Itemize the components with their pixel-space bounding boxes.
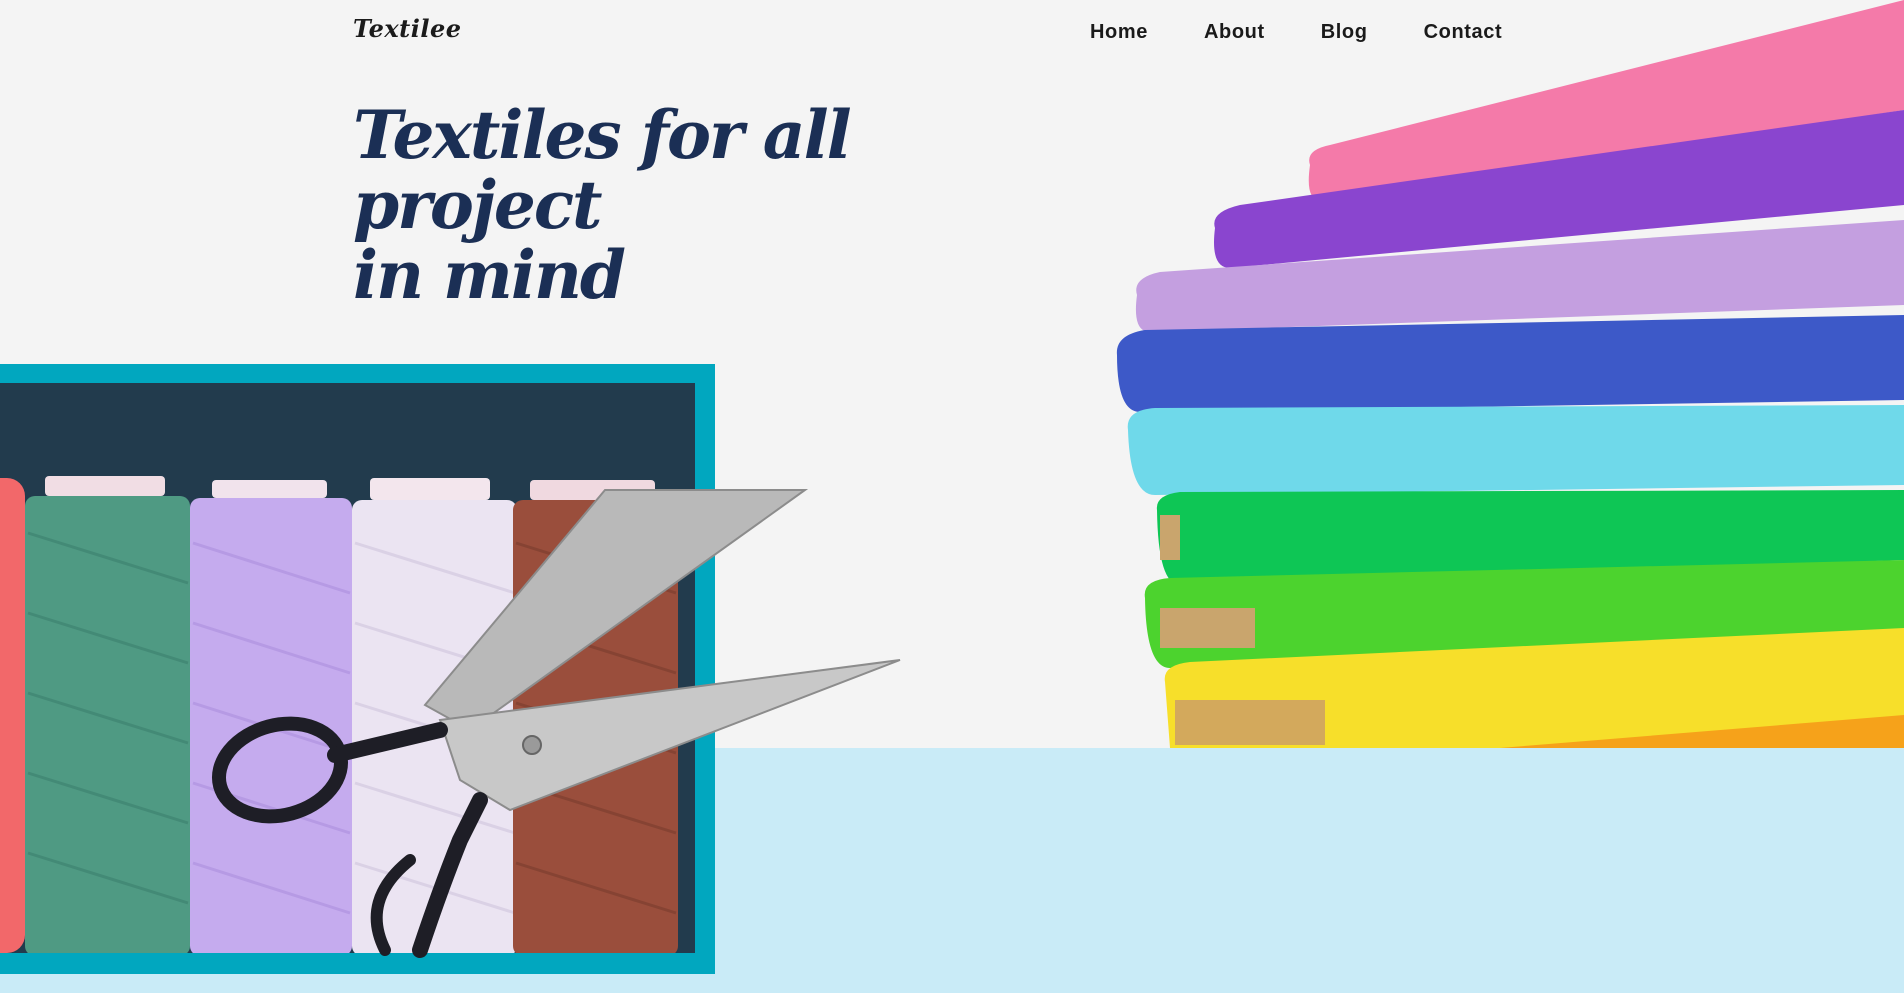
site-logo[interactable]: Textilee bbox=[353, 14, 462, 43]
scissors-image bbox=[211, 489, 901, 958]
hero-title-line2: in mind bbox=[353, 236, 626, 314]
hero-title-line1: Textiles for all project bbox=[353, 96, 852, 244]
fabric-stack-image bbox=[1100, 0, 1904, 748]
hero-title: Textiles for all project in mind bbox=[353, 100, 993, 310]
